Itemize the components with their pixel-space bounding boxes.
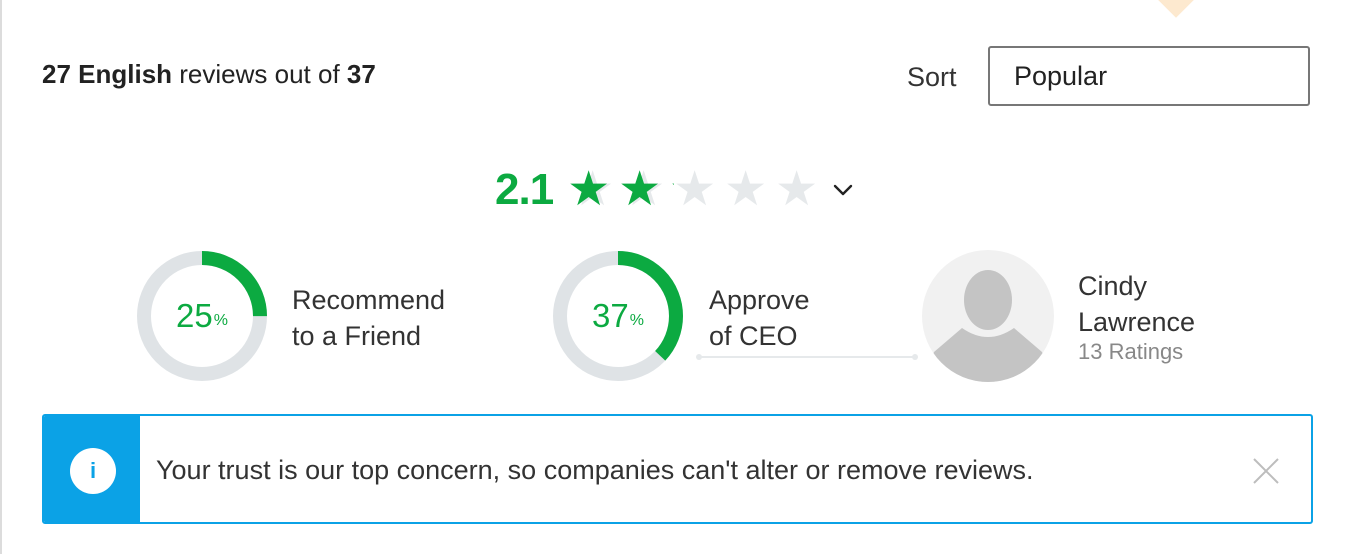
ceo-dotted-underline	[696, 354, 918, 360]
approve-ceo-donut: 37%	[552, 250, 684, 382]
trust-notice-banner: i Your trust is our top concern, so comp…	[42, 414, 1313, 524]
approve-ceo-label-line1: Approve	[709, 285, 810, 315]
approve-ceo-percent-sign: %	[629, 312, 644, 329]
chevron-down-icon[interactable]	[832, 179, 854, 201]
sort-select[interactable]: Popular	[988, 46, 1310, 106]
close-icon[interactable]	[1251, 456, 1281, 486]
ceo-last-name: Lawrence	[1078, 307, 1196, 337]
recommend-label: Recommend to a Friend	[292, 282, 445, 354]
star-icon: ★★	[567, 160, 618, 220]
approve-ceo-percent-value: 37	[592, 297, 629, 334]
info-icon: i	[70, 448, 116, 494]
ceo-first-name: Cindy	[1078, 271, 1148, 301]
overall-rating: 2.1 ★★★★★★★★	[495, 160, 854, 220]
total-review-count: 37	[346, 59, 376, 89]
star-icon: ★	[724, 163, 768, 216]
star-fill: ★	[567, 163, 611, 216]
ceo-name[interactable]: Cindy Lawrence	[1078, 268, 1195, 340]
corner-decoration	[1156, 0, 1196, 18]
approve-ceo-label-line2: of CEO	[709, 321, 798, 351]
star-icon: ★★	[618, 160, 669, 220]
rating-value: 2.1	[495, 165, 554, 214]
recommend-percent-sign: %	[213, 312, 228, 329]
review-count-connector: reviews out of	[172, 59, 347, 89]
approve-ceo-percent: 37%	[552, 250, 684, 382]
recommend-label-line1: Recommend	[292, 285, 446, 315]
sort-label: Sort	[907, 62, 957, 92]
notice-icon-panel: i	[44, 416, 140, 522]
recommend-donut: 25%	[136, 250, 268, 382]
notice-text: Your trust is our top concern, so compan…	[156, 455, 1034, 485]
star-rating: ★★★★★★★★	[567, 160, 822, 220]
ceo-avatar[interactable]	[922, 250, 1054, 382]
star-icon: ★★	[669, 160, 720, 220]
approve-ceo-label[interactable]: Approve of CEO	[709, 282, 810, 354]
english-review-count: 27 English	[42, 59, 173, 89]
ceo-ratings-count: 13 Ratings	[1078, 339, 1184, 364]
star-icon: ★	[775, 163, 819, 216]
star-fill: ★	[618, 163, 662, 216]
recommend-percent: 25%	[136, 250, 268, 382]
recommend-label-line2: to a Friend	[292, 321, 422, 351]
avatar-placeholder-icon	[928, 270, 1048, 382]
panel-left-border	[0, 0, 2, 554]
recommend-percent-value: 25	[176, 297, 213, 334]
reviews-summary-panel: 27 English reviews out of 37 Sort Popula…	[0, 0, 1354, 554]
star-fill: ★	[669, 160, 674, 220]
review-count-heading: 27 English reviews out of 37	[42, 58, 376, 90]
